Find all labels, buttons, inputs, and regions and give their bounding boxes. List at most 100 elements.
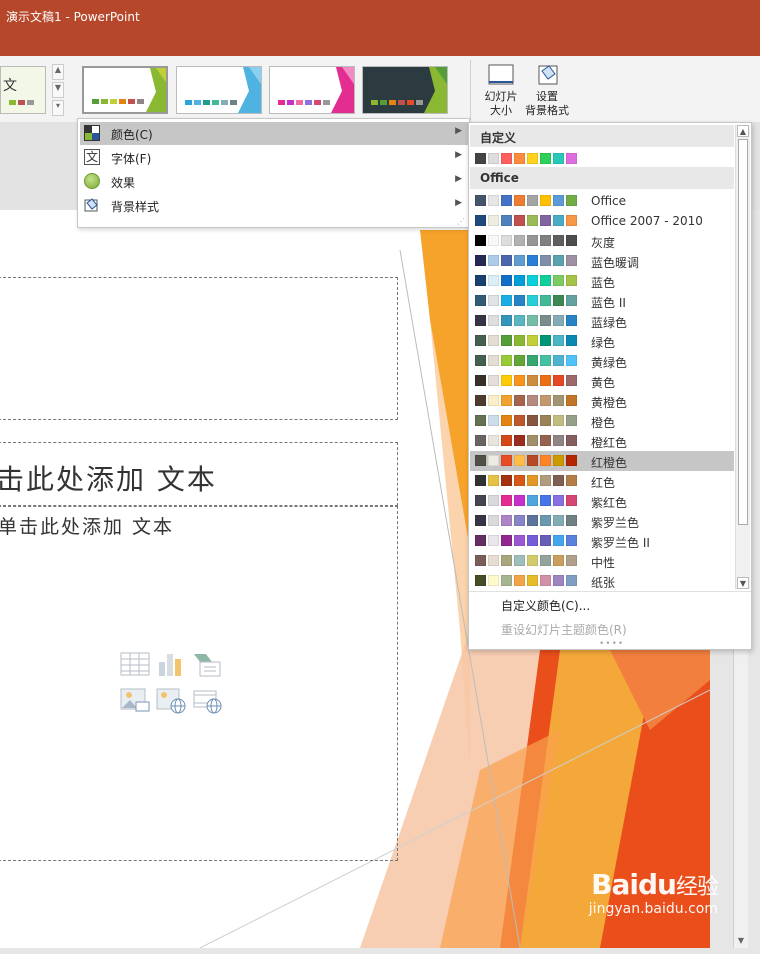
scroll-down-arrow[interactable]: ▼ <box>737 577 749 589</box>
submenu-arrow-icon: ▶ <box>455 150 462 160</box>
menu-item-effects[interactable]: 效果 ▶ <box>80 170 468 193</box>
color-swatch <box>488 495 499 506</box>
color-swatch <box>566 195 577 206</box>
color-scheme-row[interactable]: 紫红色 <box>470 491 734 511</box>
color-swatch <box>566 315 577 326</box>
scheme-swatch-strip <box>475 235 579 246</box>
color-scheme-row[interactable]: 紫罗兰色 II <box>470 531 734 551</box>
color-scheme-row[interactable]: Office 2007 - 2010 <box>470 211 734 231</box>
color-scheme-row[interactable]: 灰度 <box>470 231 734 251</box>
reset-theme-colors-item[interactable]: 重设幻灯片主题颜色(R) <box>501 621 627 638</box>
color-swatch <box>488 395 499 406</box>
color-scheme-row[interactable]: 蓝色暖调 <box>470 251 734 271</box>
insert-chart-icon[interactable] <box>156 650 186 678</box>
color-swatch <box>475 215 486 226</box>
custom-color-scheme[interactable] <box>470 149 734 169</box>
scheme-swatch-strip <box>475 575 579 586</box>
color-scheme-row[interactable]: Office <box>470 191 734 211</box>
color-swatch <box>501 435 512 446</box>
color-scheme-row[interactable]: 红橙色 <box>470 451 734 471</box>
menu-item-fonts[interactable]: 文 字体(F) ▶ <box>80 146 468 169</box>
color-scheme-row[interactable]: 紫罗兰色 <box>470 511 734 531</box>
theme-variant-blue[interactable] <box>176 66 262 114</box>
gallery-more-button[interactable]: ▾ <box>52 100 64 116</box>
color-swatch <box>566 415 577 426</box>
scheme-name: 橙色 <box>591 416 616 430</box>
color-swatch <box>566 555 577 566</box>
color-swatch <box>553 575 564 586</box>
theme-variant-green[interactable] <box>82 66 168 114</box>
color-swatch <box>527 395 538 406</box>
watermark-url: jingyan.baidu.com <box>588 901 718 917</box>
scheme-swatch-strip <box>475 555 579 566</box>
color-scheme-row[interactable]: 蓝色 <box>470 271 734 291</box>
resize-grip-icon[interactable]: ⋰ <box>457 217 465 226</box>
theme-variant-pink[interactable] <box>269 66 355 114</box>
watermark-logo: Baidu经验 <box>589 868 719 901</box>
insert-video-icon[interactable] <box>192 686 222 714</box>
ribbon-separator <box>470 60 471 120</box>
content-placeholder[interactable] <box>0 506 398 861</box>
color-swatch <box>566 235 577 246</box>
slide-size-button[interactable]: 幻灯片 大小 <box>476 62 526 122</box>
color-swatch <box>475 315 486 326</box>
color-scheme-row[interactable]: 中性 <box>470 551 734 571</box>
submenu-arrow-icon: ▶ <box>455 126 462 136</box>
scroll-thumb[interactable] <box>738 139 748 525</box>
color-swatch <box>488 215 499 226</box>
color-swatch <box>501 335 512 346</box>
color-scheme-row[interactable]: 黄色 <box>470 371 734 391</box>
scheme-name: Office <box>591 194 627 208</box>
color-swatch <box>566 295 577 306</box>
color-swatch <box>488 315 499 326</box>
theme-thumbnail-partial[interactable]: 文 <box>0 66 46 114</box>
color-swatch <box>527 153 538 164</box>
customize-colors-item[interactable]: 自定义颜色(C)... <box>501 597 590 614</box>
color-icon <box>84 125 100 141</box>
color-swatch <box>553 475 564 486</box>
color-swatch <box>488 235 499 246</box>
insert-smartart-icon[interactable] <box>192 650 222 678</box>
flyout-scrollbar[interactable]: ▲ ▼ <box>735 125 750 589</box>
custom-swatch-strip <box>475 153 579 164</box>
color-swatch <box>553 495 564 506</box>
insert-picture-icon[interactable] <box>120 686 150 714</box>
insert-online-picture-icon[interactable] <box>156 686 186 714</box>
color-scheme-row[interactable]: 纸张 <box>470 571 734 591</box>
color-swatch <box>501 375 512 386</box>
color-swatch <box>540 395 551 406</box>
format-background-button[interactable]: 设置 背景格式 <box>522 62 572 122</box>
color-scheme-row[interactable]: 黄绿色 <box>470 351 734 371</box>
title-bar: 演示文稿1 - PowerPoint <box>0 0 760 56</box>
color-scheme-row[interactable]: 橙色 <box>470 411 734 431</box>
menu-item-colors[interactable]: 颜色(C) ▶ <box>80 122 468 145</box>
gallery-scroll-down[interactable]: ▼ <box>52 82 64 98</box>
color-swatch <box>514 475 525 486</box>
menu-item-background-styles[interactable]: 背景样式 ▶ <box>80 194 468 217</box>
color-scheme-row[interactable]: 橙红色 <box>470 431 734 451</box>
color-swatch <box>540 235 551 246</box>
flyout-resize-grip-icon[interactable]: •••• <box>599 639 624 649</box>
color-swatch <box>553 535 564 546</box>
color-swatch <box>527 555 538 566</box>
color-scheme-row[interactable]: 黄橙色 <box>470 391 734 411</box>
scroll-down-arrow[interactable]: ▼ <box>734 934 748 948</box>
color-scheme-row[interactable]: 蓝色 II <box>470 291 734 311</box>
color-swatch <box>514 195 525 206</box>
color-scheme-row[interactable]: 绿色 <box>470 331 734 351</box>
color-swatch <box>540 415 551 426</box>
scroll-up-arrow[interactable]: ▲ <box>737 125 749 137</box>
placeholder-top[interactable] <box>0 277 398 420</box>
color-swatch <box>527 435 538 446</box>
theme-variant-dark[interactable] <box>362 66 448 114</box>
color-swatch <box>475 415 486 426</box>
color-scheme-row[interactable]: 蓝绿色 <box>470 311 734 331</box>
insert-table-icon[interactable] <box>120 650 150 678</box>
color-swatch <box>475 375 486 386</box>
gallery-scroll-up[interactable]: ▲ <box>52 64 64 80</box>
color-swatch <box>514 355 525 366</box>
color-swatch <box>501 295 512 306</box>
color-swatch <box>488 275 499 286</box>
color-scheme-row[interactable]: 红色 <box>470 471 734 491</box>
color-swatch <box>527 575 538 586</box>
